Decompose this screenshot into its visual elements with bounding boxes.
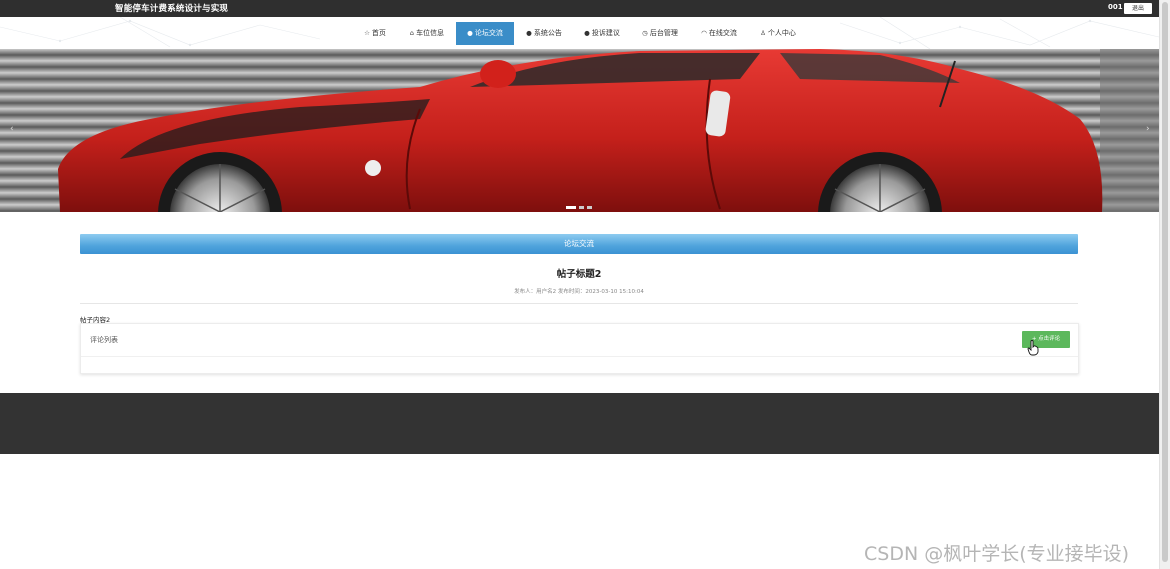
- dashboard-icon: ◷: [642, 29, 648, 37]
- nav-item-label: 在线交流: [708, 29, 737, 37]
- nav-item-label: 投诉建议: [591, 29, 620, 37]
- scrollbar-thumb[interactable]: [1162, 2, 1168, 562]
- site-title: 智能停车计费系统设计与实现: [115, 4, 229, 14]
- star-icon: ☆: [364, 29, 370, 37]
- comment-panel-header: 评论列表 + 点击评论: [81, 324, 1078, 357]
- page-scrollbar[interactable]: [1159, 0, 1170, 569]
- banner-car-image: [0, 49, 1159, 212]
- info-circle-icon: ●: [467, 29, 473, 37]
- headset-icon: ◠: [701, 29, 707, 37]
- carousel-next-arrow[interactable]: ›: [1146, 124, 1150, 134]
- nav-item-parking-spaces[interactable]: ⌂ 车位信息: [405, 22, 449, 45]
- question-circle-icon: ●: [526, 29, 532, 37]
- nav-item-label: 个人中心: [767, 29, 796, 37]
- logout-button[interactable]: 退出: [1124, 3, 1152, 14]
- nav-item-home[interactable]: ☆ 首页: [360, 22, 390, 45]
- nav-item-complaints[interactable]: ● 投诉建议: [580, 22, 624, 45]
- nav-item-announcements[interactable]: ● 系统公告: [522, 22, 566, 45]
- comment-list-label: 评论列表: [90, 336, 118, 344]
- nav-item-label: 系统公告: [533, 29, 562, 37]
- carousel-dot-1[interactable]: [566, 206, 576, 209]
- carousel-dot-3[interactable]: [587, 206, 592, 209]
- lock-icon: ⌂: [409, 29, 415, 37]
- banner-carousel[interactable]: ‹ ›: [0, 49, 1159, 212]
- section-header: 论坛交流: [80, 234, 1078, 254]
- post-title: 帖子标题2: [556, 269, 602, 280]
- main-nav: ☆ 首页 ⌂ 车位信息 ● 论坛交流 ● 系统公告 ● 投诉建议 ◷ 后台管理 ◠ 在线交流 …: [0, 17, 1159, 49]
- comment-panel: 评论列表 + 点击评论: [80, 323, 1079, 374]
- watermark-text: CSDN @枫叶学长(专业接毕设): [864, 543, 1130, 565]
- nav-item-label: 车位信息: [416, 29, 445, 37]
- nav-item-label: 首页: [371, 29, 386, 37]
- carousel-dot-2[interactable]: [579, 206, 584, 209]
- nav-item-admin[interactable]: ◷ 后台管理: [638, 22, 682, 45]
- post-meta: 发布人：用户名2 发布时间：2023-03-10 15:10:04: [514, 289, 644, 295]
- user-icon: ♙: [760, 29, 766, 37]
- footer: [0, 393, 1159, 454]
- divider: [80, 303, 1078, 304]
- carousel-prev-arrow[interactable]: ‹: [10, 124, 14, 134]
- info-circle-icon: ●: [584, 29, 590, 37]
- top-bar: 智能停车计费系统设计与实现 001 退出: [0, 0, 1159, 17]
- user-id: 001: [1108, 3, 1123, 11]
- nav-item-forum[interactable]: ● 论坛交流: [456, 22, 514, 45]
- nav-item-profile[interactable]: ♙ 个人中心: [756, 22, 800, 45]
- hand-pointer-icon: [1027, 340, 1039, 356]
- nav-item-online-chat[interactable]: ◠ 在线交流: [697, 22, 741, 45]
- nav-item-label: 论坛交流: [474, 29, 503, 37]
- nav-item-label: 后台管理: [649, 29, 678, 37]
